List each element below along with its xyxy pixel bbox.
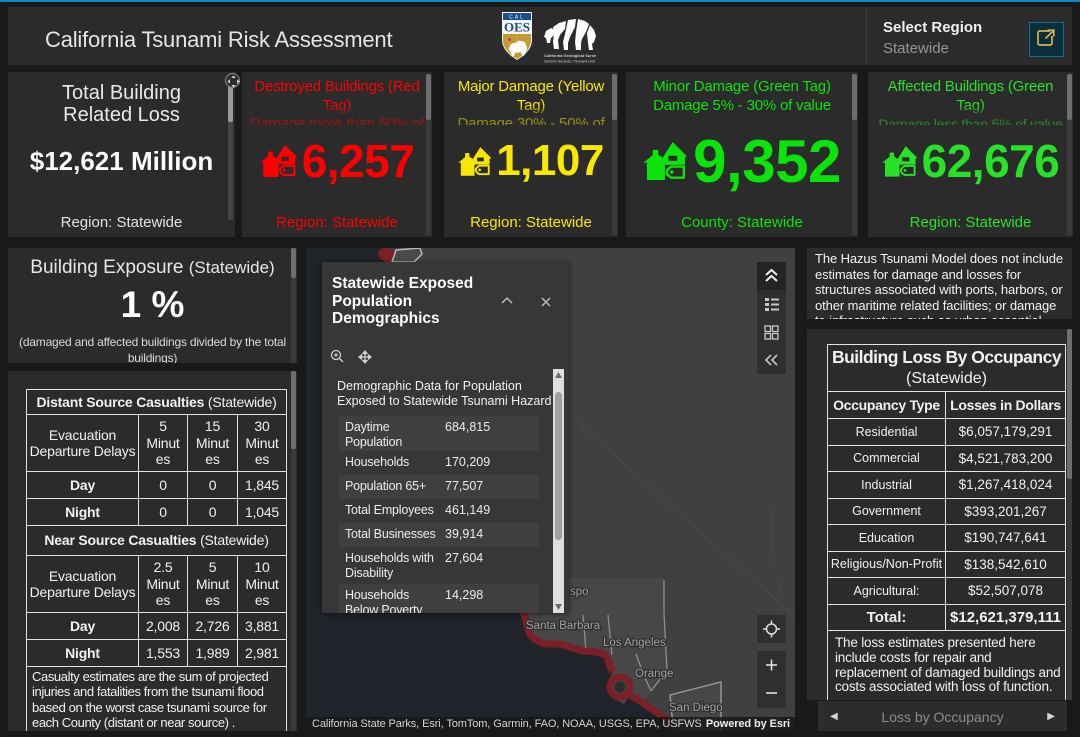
svg-text:Orange: Orange — [635, 668, 673, 680]
svg-text:California Geological Survey: California Geological Survey — [544, 53, 596, 58]
svg-text:Santa Barbara: Santa Barbara — [526, 620, 601, 632]
svg-text:Los Angeles: Los Angeles — [603, 637, 666, 649]
svg-text:Seismic Hazards / Tsunami Unit: Seismic Hazards / Tsunami Unit — [544, 60, 595, 64]
svg-text:San Diego: San Diego — [669, 702, 723, 714]
svg-text:OES: OES — [504, 20, 530, 35]
svg-text:spo: spo — [570, 586, 589, 598]
